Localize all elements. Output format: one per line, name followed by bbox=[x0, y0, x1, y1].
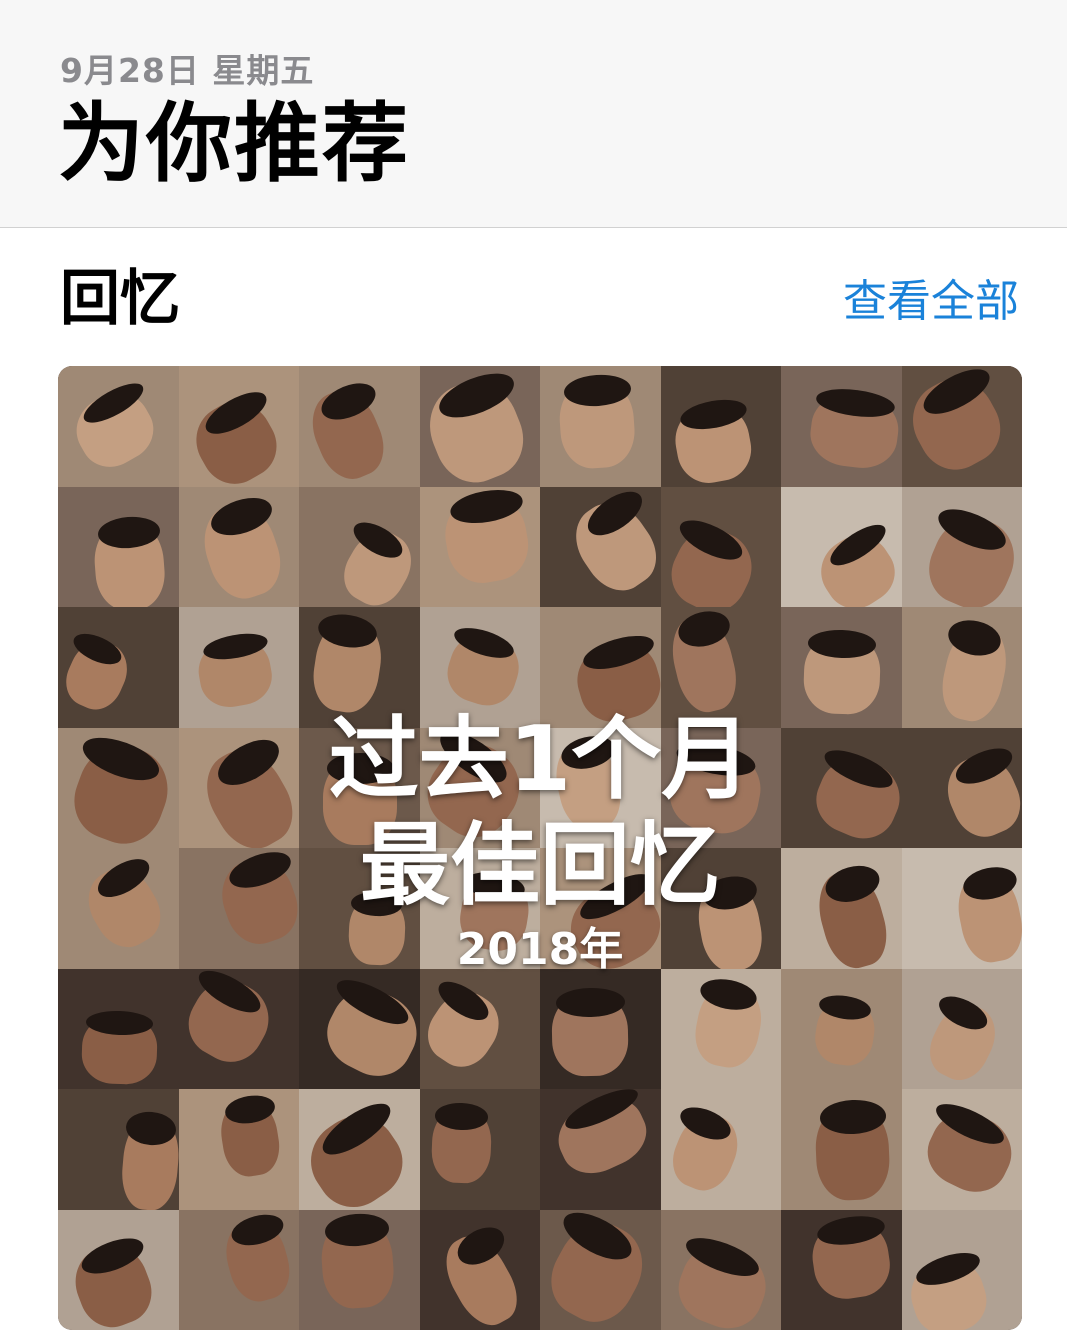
page-title: 为你推荐 bbox=[58, 94, 410, 194]
see-all-button[interactable]: 查看全部 bbox=[843, 274, 1019, 330]
memory-card[interactable]: 过去1个月 最佳回忆 2018年 bbox=[58, 366, 1022, 1330]
memory-year: 2018年 bbox=[456, 924, 624, 975]
memory-title-line1: 过去1个月 bbox=[328, 707, 752, 812]
top-header: 9月28日 星期五 为你推荐 bbox=[0, 0, 1067, 228]
memory-title-line2: 最佳回忆 bbox=[360, 813, 720, 918]
date-label: 9月28日 星期五 bbox=[60, 51, 315, 90]
section-title-memories: 回忆 bbox=[60, 264, 180, 334]
